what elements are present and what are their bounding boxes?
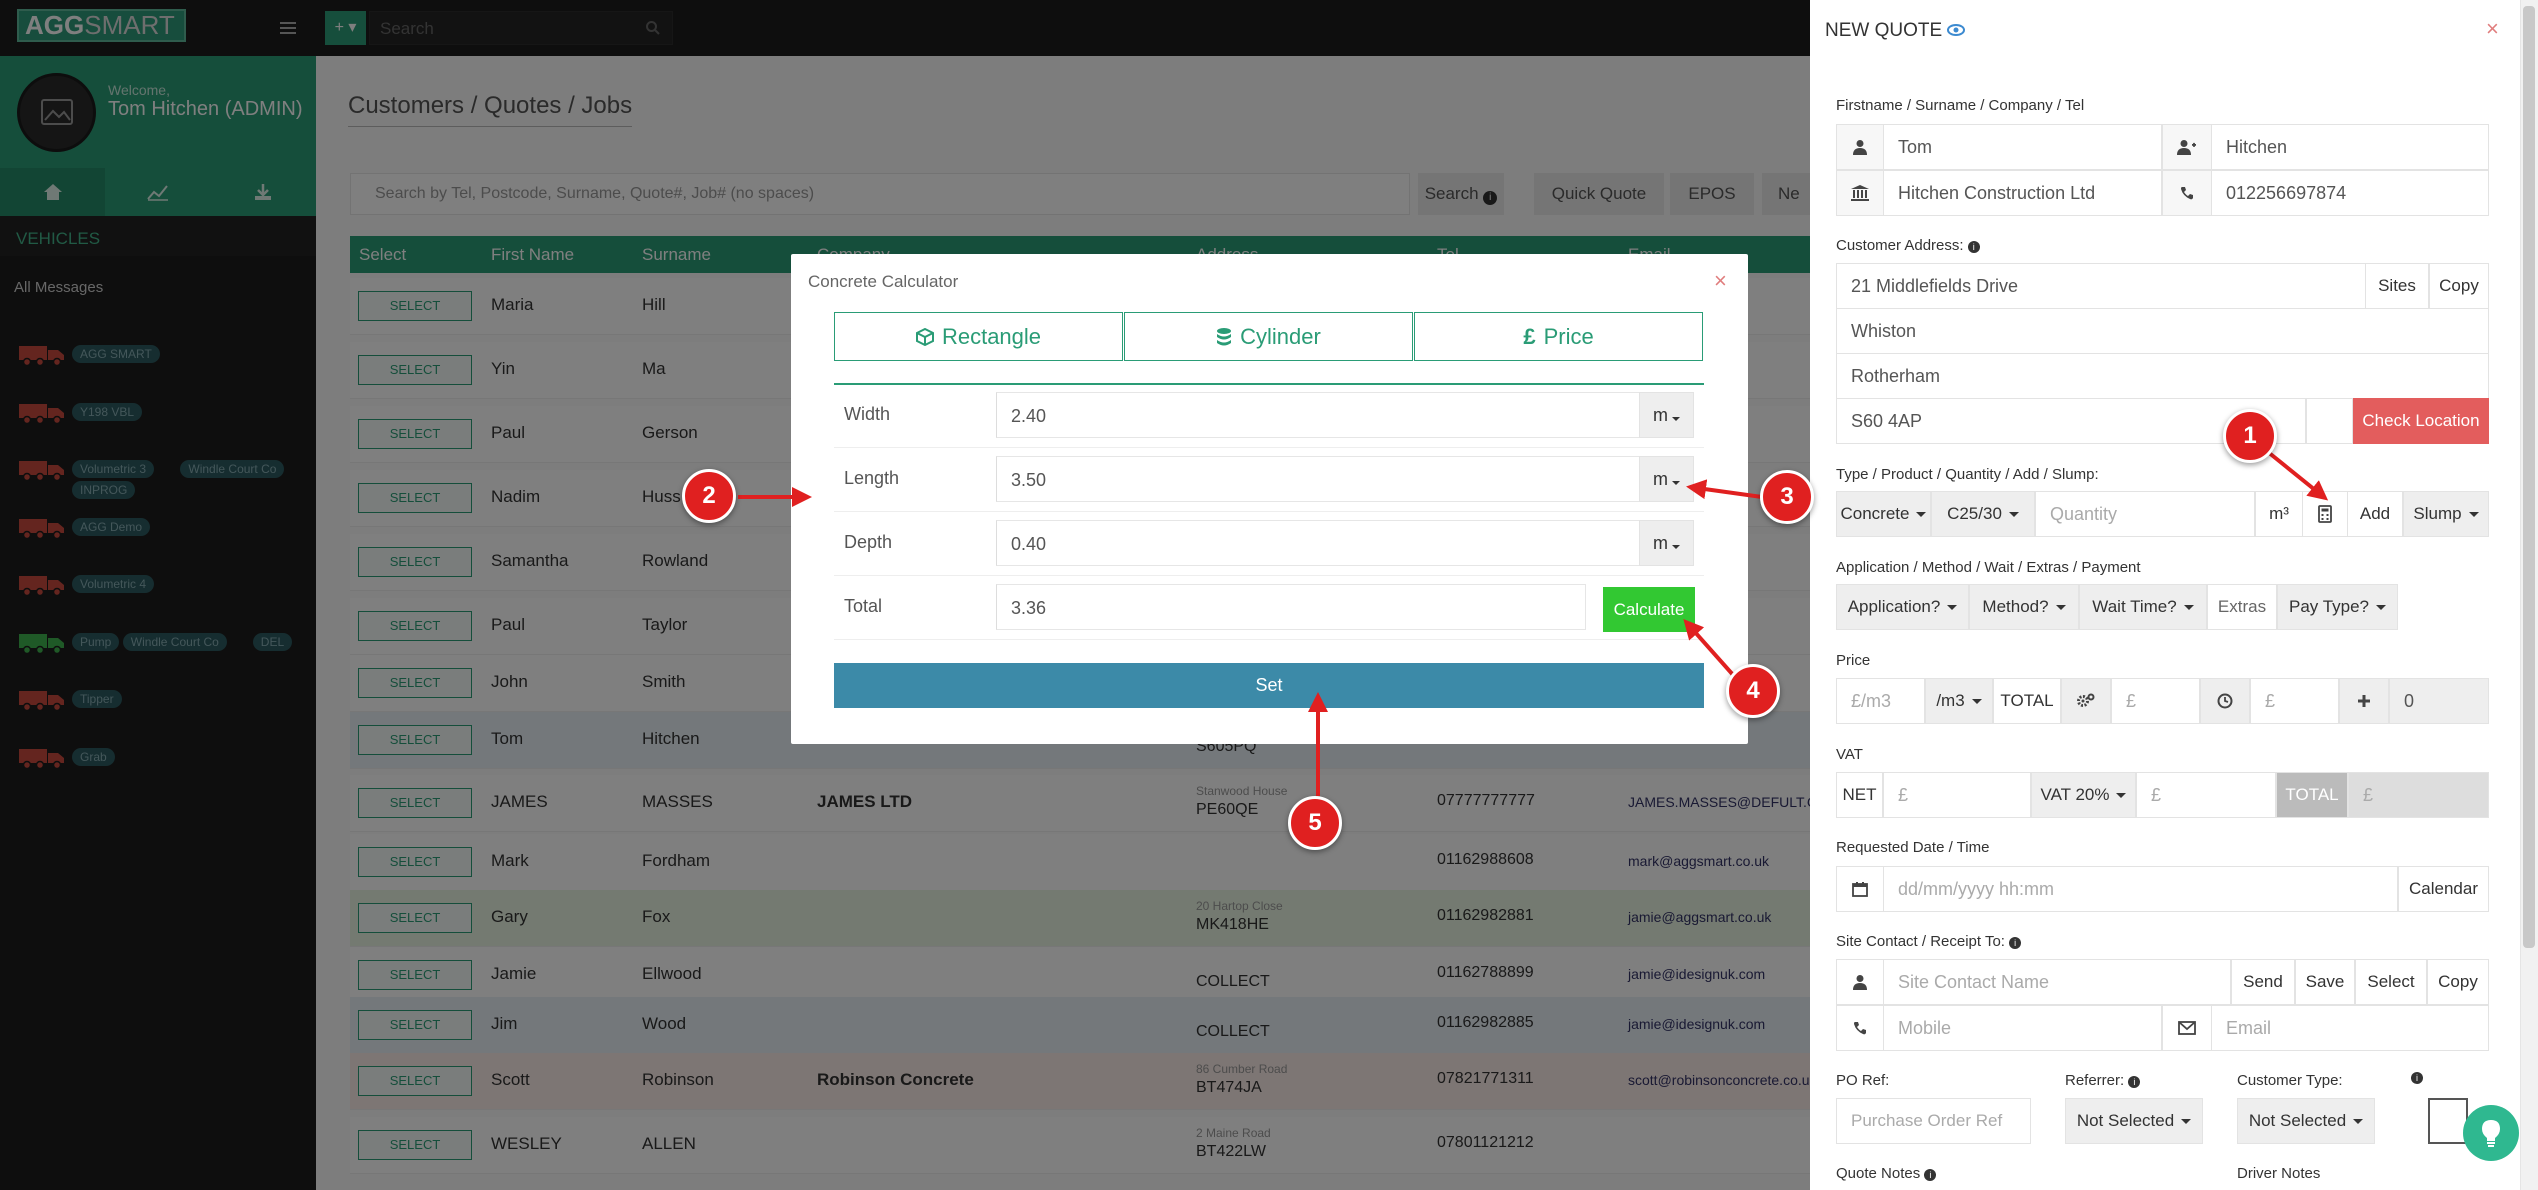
arrow-3 bbox=[1686, 479, 1763, 500]
callout-2: 2 bbox=[682, 469, 736, 523]
arrow-4 bbox=[1683, 619, 1736, 678]
callout-3: 3 bbox=[1760, 470, 1814, 524]
arrow-1 bbox=[2266, 450, 2329, 501]
callout-5: 5 bbox=[1288, 796, 1342, 850]
annotation-arrows bbox=[738, 450, 2329, 796]
callout-1: 1 bbox=[2223, 409, 2277, 463]
callout-4: 4 bbox=[1726, 664, 1780, 718]
